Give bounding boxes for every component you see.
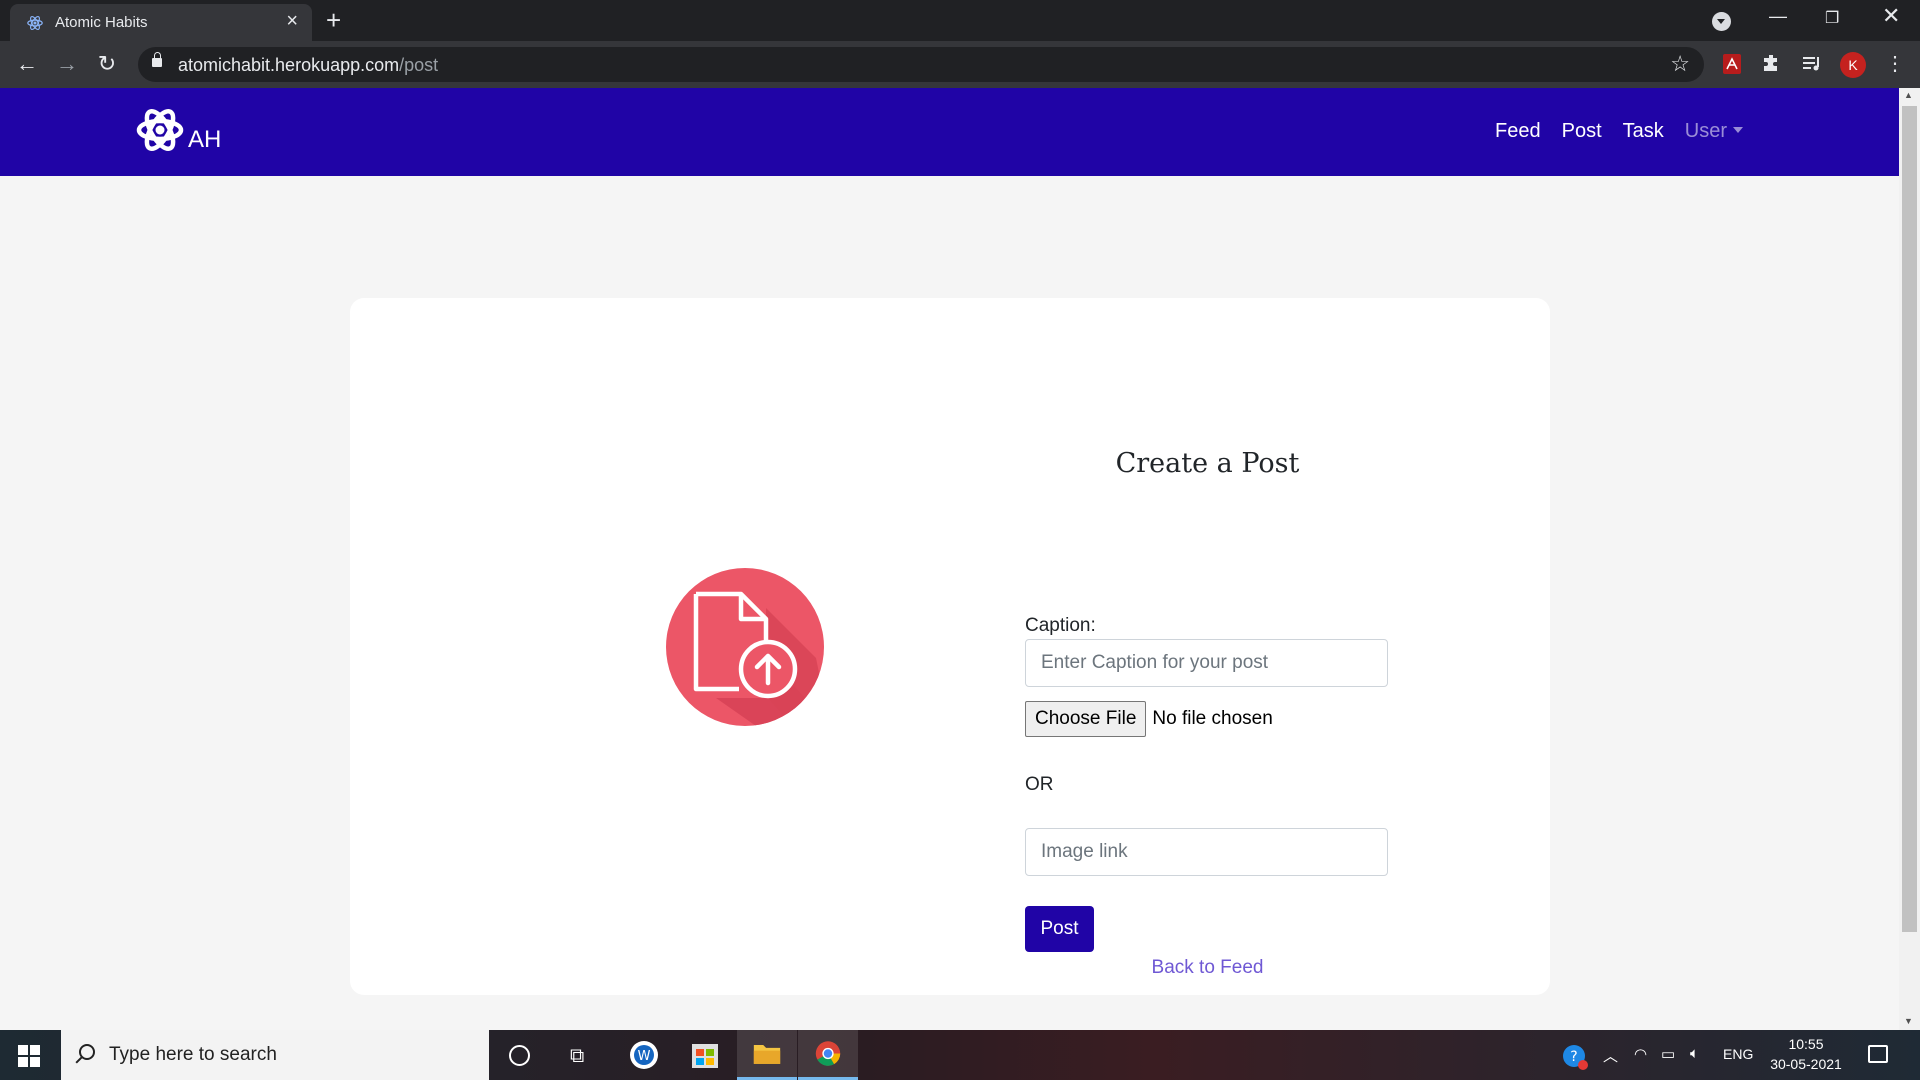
app-circle-icon[interactable]: W: [614, 1030, 674, 1080]
tab-title: Atomic Habits: [55, 14, 148, 31]
windows-taskbar: Type here to search ⧉ W ? ︿ ◠ ▭ 🔈︎ ENG 1…: [0, 1030, 1920, 1080]
windows-start-icon[interactable]: [18, 1045, 40, 1067]
url-path: /post: [399, 55, 439, 75]
form-title: Create a Post: [1115, 448, 1300, 479]
help-icon[interactable]: ?: [1561, 1043, 1589, 1071]
svg-text:W: W: [638, 1049, 651, 1064]
taskbar-search-placeholder: Type here to search: [109, 1044, 277, 1065]
close-window-icon[interactable]: ✕: [1882, 3, 1900, 29]
scroll-down-icon[interactable]: ▼: [1904, 1016, 1913, 1026]
chrome-icon[interactable]: [798, 1030, 858, 1080]
wifi-icon[interactable]: ◠: [1634, 1045, 1647, 1063]
image-link-input[interactable]: [1025, 828, 1388, 876]
nav-post-link[interactable]: Post: [1562, 120, 1602, 143]
browser-tab-strip: Atomic Habits × + — ❐ ✕: [0, 0, 1920, 41]
forward-icon[interactable]: →: [52, 49, 82, 79]
file-upload-icon: [666, 568, 824, 726]
cortana-icon[interactable]: [509, 1045, 530, 1066]
lock-icon: [152, 52, 162, 67]
clock-time: 10:55: [1788, 1036, 1824, 1052]
battery-icon[interactable]: ▭: [1661, 1045, 1675, 1063]
svg-text:?: ?: [1570, 1049, 1577, 1065]
tab-search-icon[interactable]: [1712, 12, 1731, 31]
taskbar-search-box[interactable]: Type here to search: [61, 1030, 489, 1080]
choose-file-button[interactable]: Choose File: [1025, 701, 1147, 737]
file-picker: Choose File No file chosen: [1025, 701, 1273, 737]
clock-date: 30-05-2021: [1770, 1056, 1842, 1072]
taskbar-clock[interactable]: 10:55 30-05-2021: [1766, 1034, 1846, 1074]
search-icon: [79, 1044, 95, 1060]
task-view-icon[interactable]: ⧉: [570, 1045, 584, 1068]
site-navbar: AH Feed Post Task User: [0, 88, 1899, 176]
page-scrollbar[interactable]: ▲ ▼: [1899, 88, 1920, 1030]
atom-favicon-icon: [27, 16, 43, 30]
bookmark-star-icon[interactable]: ☆: [1670, 51, 1690, 77]
pdf-extension-icon[interactable]: [1720, 52, 1744, 76]
scroll-up-icon[interactable]: ▲: [1904, 90, 1913, 100]
url-domain: atomichabit.herokuapp.com: [178, 55, 400, 75]
nav-task-link[interactable]: Task: [1623, 120, 1664, 143]
caption-input[interactable]: [1025, 639, 1388, 687]
brand-logo[interactable]: AH: [136, 104, 266, 164]
close-tab-icon[interactable]: ×: [286, 11, 298, 31]
reload-icon[interactable]: ↻: [92, 49, 122, 79]
brand-text: AH: [188, 126, 222, 153]
back-to-feed-link[interactable]: Back to Feed: [1025, 957, 1390, 979]
caption-label: Caption:: [1025, 615, 1096, 636]
browser-menu-icon[interactable]: ⋮: [1885, 51, 1905, 77]
restore-icon[interactable]: ❐: [1825, 8, 1839, 28]
extensions-puzzle-icon[interactable]: [1760, 52, 1784, 76]
back-icon[interactable]: ←: [12, 49, 42, 79]
page-viewport: AH Feed Post Task User Create a Post Cap…: [0, 88, 1899, 1030]
url-text: atomichabit.herokuapp.com/post: [178, 55, 438, 76]
file-explorer-icon[interactable]: [737, 1030, 797, 1080]
file-status-text: No file chosen: [1152, 708, 1273, 729]
nav-links: Feed Post Task User: [1495, 120, 1743, 143]
minimize-icon[interactable]: —: [1769, 6, 1787, 27]
profile-avatar[interactable]: K: [1840, 52, 1866, 78]
browser-tab[interactable]: Atomic Habits ×: [10, 4, 312, 41]
atom-logo-icon: [136, 109, 184, 151]
scrollbar-thumb[interactable]: [1902, 106, 1917, 932]
create-post-card: Create a Post Caption: Choose File No fi…: [350, 298, 1550, 995]
nav-user-dropdown[interactable]: User: [1685, 120, 1743, 143]
language-indicator[interactable]: ENG: [1723, 1046, 1753, 1062]
new-tab-icon[interactable]: +: [326, 6, 341, 34]
or-divider-text: OR: [1025, 774, 1054, 795]
show-hidden-icons-icon[interactable]: ︿: [1603, 1045, 1618, 1066]
nav-feed-link[interactable]: Feed: [1495, 120, 1541, 143]
store-icon[interactable]: [675, 1030, 735, 1080]
volume-icon[interactable]: 🔈︎: [1690, 1045, 1699, 1062]
notifications-icon[interactable]: [1868, 1045, 1888, 1063]
address-bar[interactable]: atomichabit.herokuapp.com/post ☆: [138, 47, 1704, 82]
post-submit-button[interactable]: Post: [1025, 906, 1094, 952]
media-queue-icon[interactable]: [1800, 52, 1824, 76]
browser-toolbar: ← → ↻ atomichabit.herokuapp.com/post ☆ K…: [0, 41, 1920, 88]
